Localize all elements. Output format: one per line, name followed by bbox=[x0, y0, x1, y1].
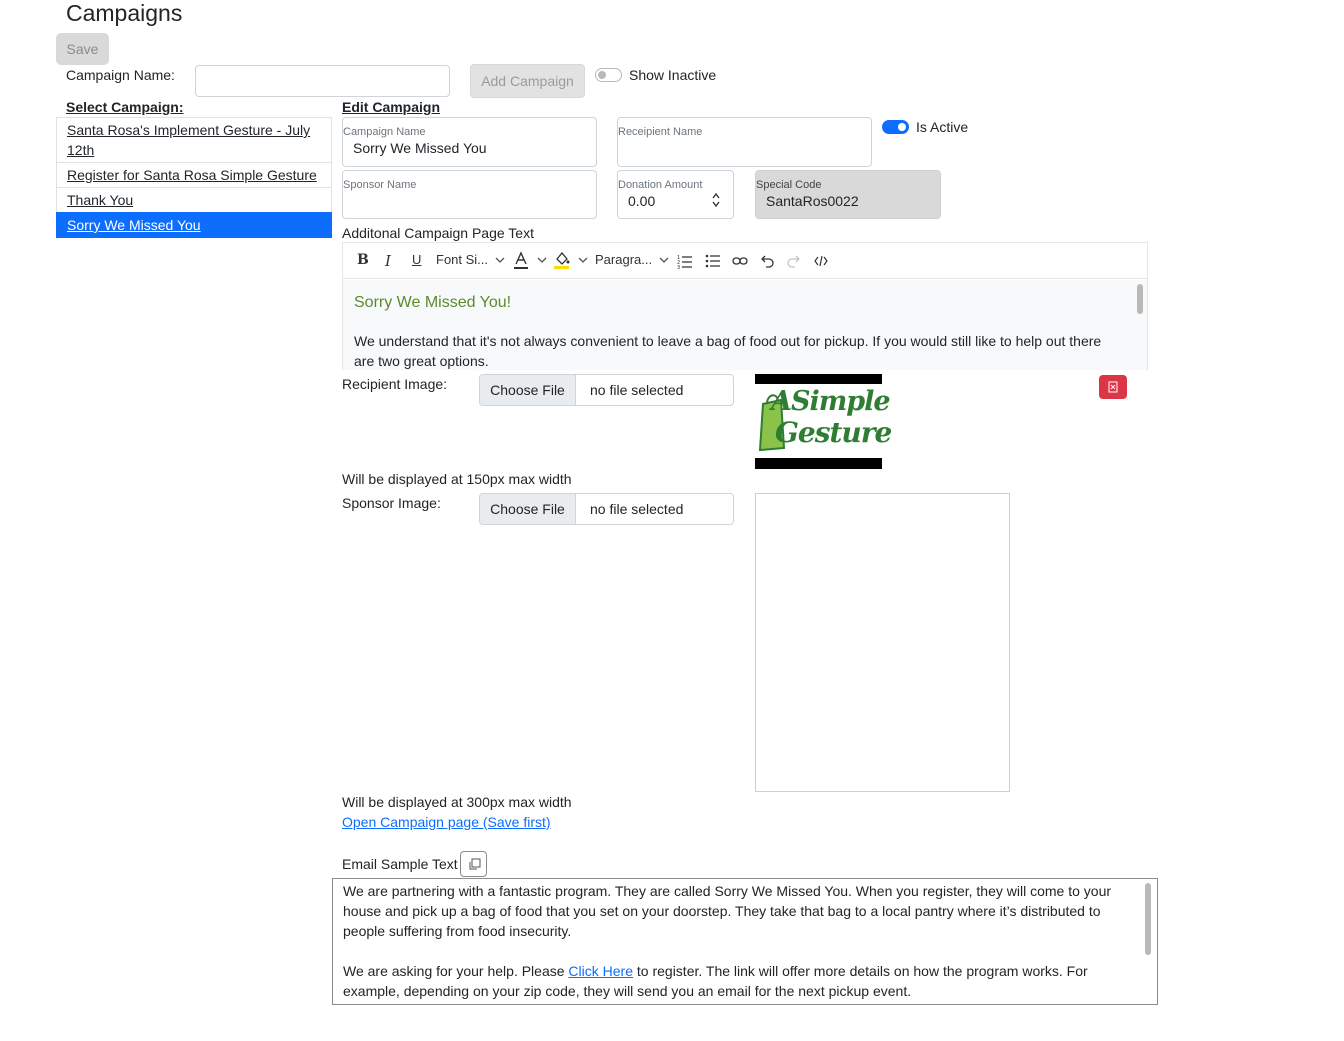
recipient-image-file-input[interactable]: Choose File no file selected bbox=[479, 374, 734, 406]
logo-text-line2: Gesture bbox=[775, 416, 892, 449]
special-code-field: Special Code SantaRos0022 bbox=[755, 170, 941, 219]
editor-body-text: We understand that it's not always conve… bbox=[354, 333, 1102, 369]
save-button[interactable]: Save bbox=[56, 33, 109, 65]
click-here-link[interactable]: Click Here bbox=[568, 963, 633, 979]
is-active-toggle[interactable] bbox=[882, 120, 909, 134]
campaign-list: Santa Rosa's Implement Gesture - July 12… bbox=[56, 117, 332, 238]
add-campaign-button[interactable]: Add Campaign bbox=[470, 64, 585, 98]
email-scrollbar[interactable] bbox=[1145, 883, 1151, 955]
editor-heading: Sorry We Missed You! bbox=[354, 294, 512, 311]
special-code-field-value: SantaRos0022 bbox=[766, 193, 859, 209]
logo-background: ASimple Gesture bbox=[755, 384, 892, 458]
open-campaign-page-link[interactable]: Open Campaign page (Save first) bbox=[342, 814, 551, 830]
font-size-dropdown[interactable]: Font Si... bbox=[436, 252, 488, 267]
undo-icon[interactable] bbox=[759, 253, 775, 269]
editor-content[interactable]: Sorry We Missed You! We understand that … bbox=[343, 280, 1147, 370]
email-sample-label: Email Sample Text bbox=[342, 856, 458, 872]
underline-icon[interactable]: U bbox=[412, 252, 421, 267]
chevron-down-icon[interactable] bbox=[659, 257, 669, 264]
sponsor-image-preview bbox=[755, 493, 1010, 792]
campaign-list-item[interactable]: Thank You bbox=[56, 187, 332, 212]
sponsor-name-field-label: Sponsor Name bbox=[343, 179, 417, 191]
show-inactive-label: Show Inactive bbox=[629, 67, 717, 83]
campaign-list-item-selected[interactable]: Sorry We Missed You bbox=[56, 212, 332, 238]
is-active-label: Is Active bbox=[916, 119, 969, 135]
recipient-name-field[interactable]: Receipient Name bbox=[617, 117, 872, 167]
campaign-list-item[interactable]: Register for Santa Rosa Simple Gesture bbox=[56, 162, 332, 187]
link-icon[interactable] bbox=[732, 254, 748, 268]
italic-icon[interactable]: I bbox=[385, 252, 391, 270]
logo-text-line1: ASimple bbox=[771, 386, 891, 417]
text-color-icon[interactable] bbox=[513, 251, 529, 271]
sponsor-name-field[interactable]: Sponsor Name bbox=[342, 170, 597, 219]
file-x-icon bbox=[1108, 381, 1118, 393]
copy-button[interactable] bbox=[460, 851, 487, 877]
numbered-list-icon[interactable]: 1 2 3 bbox=[677, 253, 693, 269]
editor-scrollbar[interactable] bbox=[1137, 284, 1143, 314]
show-inactive-toggle[interactable] bbox=[595, 68, 622, 82]
highlight-color-icon[interactable] bbox=[553, 250, 571, 270]
chevron-down-icon[interactable] bbox=[495, 257, 505, 264]
page-title: Campaigns bbox=[66, 0, 183, 26]
email-text-segment: We are asking for your help. Please bbox=[343, 963, 569, 979]
chevron-down-icon[interactable] bbox=[537, 257, 547, 264]
bullet-list-icon[interactable] bbox=[705, 253, 721, 269]
sponsor-image-file-input[interactable]: Choose File no file selected bbox=[479, 493, 734, 525]
sponsor-image-note: Will be displayed at 300px max width bbox=[342, 794, 572, 810]
choose-file-button[interactable]: Choose File bbox=[480, 375, 576, 405]
select-campaign-heading: Select Campaign: bbox=[66, 99, 184, 115]
file-status: no file selected bbox=[590, 501, 684, 517]
sponsor-image-label: Sponsor Image: bbox=[342, 495, 441, 511]
campaign-name-label: Campaign Name: bbox=[66, 67, 175, 83]
bold-icon[interactable]: B bbox=[357, 252, 369, 268]
paragraph-dropdown[interactable]: Paragra... bbox=[595, 252, 652, 267]
toggle-knob bbox=[898, 123, 906, 131]
donation-amount-field[interactable]: Donation Amount 0.00 bbox=[617, 170, 734, 219]
recipient-image-label: Recipient Image: bbox=[342, 376, 448, 392]
email-sample-textarea[interactable]: We are partnering with a fantastic progr… bbox=[332, 878, 1158, 1005]
number-spinner-icon[interactable] bbox=[711, 192, 721, 208]
redo-icon[interactable] bbox=[786, 253, 802, 269]
donation-amount-field-value: 0.00 bbox=[628, 193, 656, 209]
email-sample-content: We are partnering with a fantastic progr… bbox=[343, 881, 1133, 1001]
campaign-name-field-value: Sorry We Missed You bbox=[353, 140, 487, 156]
copy-icon bbox=[469, 858, 481, 870]
email-paragraph-2: We are asking for your help. Please Clic… bbox=[343, 961, 1133, 1001]
campaign-name-field[interactable]: Campaign Name Sorry We Missed You bbox=[342, 117, 597, 167]
recipient-name-field-label: Receipient Name bbox=[618, 126, 703, 138]
svg-text:3: 3 bbox=[677, 265, 680, 269]
rich-text-editor[interactable]: B I U Font Si... Paragra... 1 2 3 Sorry … bbox=[342, 242, 1148, 370]
campaign-name-field-label: Campaign Name bbox=[343, 126, 426, 138]
source-code-icon[interactable] bbox=[814, 254, 828, 268]
new-campaign-name-input[interactable] bbox=[195, 65, 450, 97]
file-status: no file selected bbox=[590, 382, 684, 398]
email-paragraph-1: We are partnering with a fantastic progr… bbox=[343, 883, 1112, 939]
delete-image-button[interactable] bbox=[1099, 375, 1127, 399]
edit-campaign-heading: Edit Campaign bbox=[342, 99, 441, 115]
chevron-down-icon[interactable] bbox=[578, 257, 588, 264]
toggle-knob bbox=[598, 71, 606, 79]
recipient-image-preview: ASimple Gesture bbox=[755, 374, 892, 469]
donation-amount-field-label: Donation Amount bbox=[618, 179, 703, 191]
choose-file-button[interactable]: Choose File bbox=[480, 494, 576, 524]
recipient-image-note: Will be displayed at 150px max width bbox=[342, 471, 572, 487]
editor-toolbar: B I U Font Si... Paragra... 1 2 3 bbox=[343, 243, 1147, 279]
campaign-list-item[interactable]: Santa Rosa's Implement Gesture - July 12… bbox=[56, 117, 332, 162]
special-code-field-label: Special Code bbox=[756, 179, 822, 191]
page-text-label: Additonal Campaign Page Text bbox=[342, 225, 534, 241]
